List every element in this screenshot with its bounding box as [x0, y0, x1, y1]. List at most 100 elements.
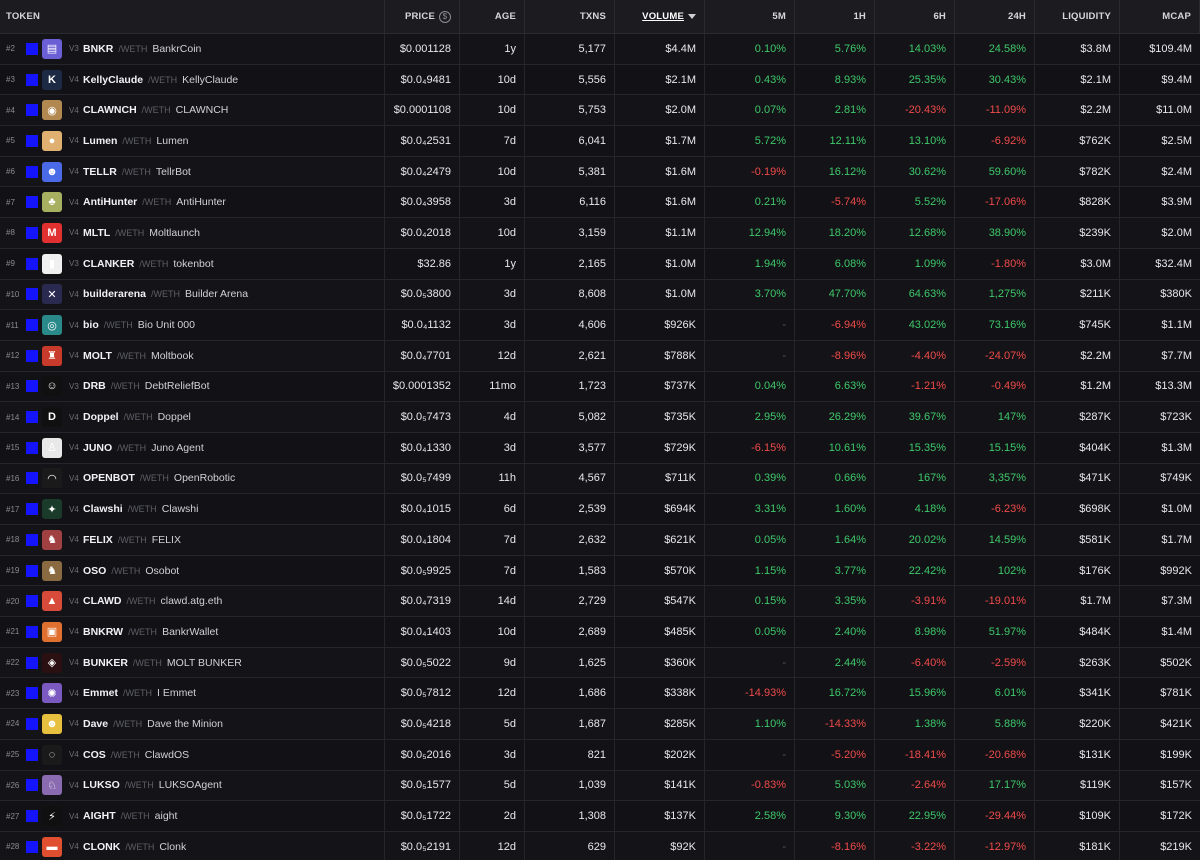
- col-token-header[interactable]: TOKEN: [0, 0, 385, 33]
- token-row[interactable]: #21 ▣ V4 BNKRW/WETH BankrWallet $0.0₄1403 10d 2…: [0, 617, 1200, 648]
- change-24h-cell: 6.01%: [955, 678, 1035, 709]
- token-symbol[interactable]: builderarena: [83, 288, 146, 300]
- col-mcap-label: MCAP: [1162, 11, 1191, 22]
- col-age-header[interactable]: AGE: [460, 0, 525, 33]
- col-txns-label: TXNS: [579, 11, 606, 22]
- token-symbol[interactable]: Doppel: [83, 411, 119, 423]
- token-row[interactable]: #17 ✦ V4 Clawshi/WETH Clawshi $0.0₄1015 6d 2,53…: [0, 494, 1200, 525]
- token-cell: #20 ▲ V4 CLAWD/WETH clawd.atg.eth: [0, 586, 385, 617]
- token-row[interactable]: #16 ◠ V4 OPENBOT/WETH OpenRobotic $0.0₅7499 11…: [0, 463, 1200, 495]
- change-5m-cell: 0.21%: [705, 187, 795, 218]
- token-row[interactable]: #24 ☻ V4 Dave/WETH Dave the Minion $0.0₅4218 5…: [0, 709, 1200, 740]
- token-row[interactable]: #2 ▤ V3 BNKR/WETH BankrCoin $0.001128 1y 5,177 $…: [0, 34, 1200, 65]
- token-row[interactable]: #6 ☻ V4 TELLR/WETH TellrBot $0.0₄2479 10d 5,381…: [0, 156, 1200, 188]
- token-symbol[interactable]: Lumen: [83, 135, 117, 147]
- quote-pair: /WETH: [139, 473, 169, 484]
- token-row[interactable]: #5 ● V4 Lumen/WETH Lumen $0.0₄2531 7d 6,041 $1.7…: [0, 126, 1200, 157]
- volume-cell: $547K: [615, 586, 705, 617]
- chain-base-icon: [26, 257, 38, 270]
- change-1h-cell: 18.20%: [795, 218, 875, 248]
- token-symbol[interactable]: FELIX: [83, 534, 113, 546]
- token-row[interactable]: #3 K V4 KellyClaude/WETH KellyClaude $0.0₄948…: [0, 64, 1200, 96]
- token-row[interactable]: #18 ♞ V4 FELIX/WETH FELIX $0.0₄1804 7d 2,632 $62…: [0, 525, 1200, 556]
- price-cell: $0.0₄2018: [385, 218, 460, 248]
- token-symbol[interactable]: MLTL: [83, 227, 110, 239]
- token-row[interactable]: #22 ◈ V4 BUNKER/WETH MOLT BUNKER $0.0₅5022 9d 1…: [0, 647, 1200, 679]
- token-symbol[interactable]: bio: [83, 319, 99, 331]
- token-symbol[interactable]: BUNKER: [83, 657, 128, 669]
- dex-version-badge: V4: [69, 289, 79, 299]
- token-name: clawd.atg.eth: [160, 595, 223, 608]
- rank-number: #25: [6, 750, 20, 760]
- token-row[interactable]: #27 ⚡ V4 AIGHT/WETH aight $0.0₅1722 2d 1,308 $13…: [0, 801, 1200, 832]
- quote-pair: /WETH: [125, 841, 155, 852]
- price-cell: $0.0₅5022: [385, 647, 460, 678]
- age-cell: 5d: [460, 770, 525, 801]
- volume-cell: $788K: [615, 340, 705, 371]
- token-symbol[interactable]: MOLT: [83, 350, 112, 362]
- token-symbol[interactable]: OPENBOT: [83, 472, 135, 484]
- token-row[interactable]: #26 ♘ V4 LUKSO/WETH LUKSOAgent $0.0₅1577 5d 1,0…: [0, 770, 1200, 802]
- col-mcap-header[interactable]: MCAP: [1120, 0, 1200, 33]
- change-1h-cell: 8.93%: [795, 64, 875, 95]
- change-24h-cell: -20.68%: [955, 739, 1035, 770]
- token-logo-icon: ▤: [42, 38, 62, 59]
- col-price-label: PRICE: [404, 11, 435, 22]
- token-symbol[interactable]: Dave: [83, 718, 108, 730]
- currency-toggle-icon[interactable]: $: [439, 10, 451, 23]
- chain-base-icon: [26, 134, 38, 147]
- token-row[interactable]: #19 ♞ V4 OSO/WETH Osobot $0.0₅9925 7d 1,583 $570…: [0, 555, 1200, 587]
- token-row[interactable]: #11 ◎ V4 bio/WETH Bio Unit 000 $0.0₄1132 3d 4,6…: [0, 310, 1200, 341]
- col-6h-header[interactable]: 6H: [875, 0, 955, 33]
- token-logo-icon: ▲: [42, 591, 62, 612]
- token-symbol[interactable]: BNKRW: [83, 626, 123, 638]
- token-symbol[interactable]: OSO: [83, 565, 106, 577]
- col-1h-header[interactable]: 1H: [795, 0, 875, 33]
- quote-pair: /WETH: [142, 197, 172, 208]
- col-24h-header[interactable]: 24H: [955, 0, 1035, 33]
- token-row[interactable]: #20 ▲ V4 CLAWD/WETH clawd.atg.eth $0.0₄7319 14…: [0, 586, 1200, 618]
- token-symbol[interactable]: COS: [83, 749, 106, 761]
- change-24h-cell: -12.97%: [955, 831, 1035, 860]
- price-cell: $0.0₅4218: [385, 709, 460, 739]
- col-volume-header[interactable]: VOLUME: [615, 0, 705, 33]
- token-symbol[interactable]: LUKSO: [83, 779, 120, 791]
- token-row[interactable]: #7 ♣ V4 AntiHunter/WETH AntiHunter $0.0₄3958 3…: [0, 187, 1200, 219]
- token-row[interactable]: #25 ◌ V4 COS/WETH ClawdOS $0.0₅2016 3d 821 $202K…: [0, 739, 1200, 771]
- token-symbol[interactable]: AIGHT: [83, 810, 116, 822]
- change-6h-cell: 15.96%: [875, 678, 955, 709]
- token-symbol[interactable]: CLONK: [83, 841, 120, 853]
- volume-cell: $1.0M: [615, 279, 705, 310]
- price-cell: $0.0₄1132: [385, 310, 460, 340]
- token-row[interactable]: #13 ☺ V3 DRB/WETH DebtReliefBot $0.0001352 11m…: [0, 371, 1200, 403]
- col-txns-header[interactable]: TXNS: [525, 0, 615, 33]
- token-row[interactable]: #8 M V4 MLTL/WETH Moltlaunch $0.0₄2018 10d 3,15…: [0, 218, 1200, 249]
- token-row[interactable]: #4 ◉ V4 CLAWNCH/WETH CLAWNCH $0.0001108 10d 5,7…: [0, 95, 1200, 127]
- token-symbol[interactable]: CLAWNCH: [83, 104, 137, 116]
- liquidity-cell: $239K: [1035, 218, 1120, 248]
- token-symbol[interactable]: CLAWD: [83, 595, 122, 607]
- token-row[interactable]: #9 ▮ V3 CLANKER/WETH tokenbot $32.86 1y 2,165 $1…: [0, 248, 1200, 280]
- token-logo-icon: K: [42, 69, 62, 90]
- token-symbol[interactable]: BNKR: [83, 43, 113, 55]
- col-price-header[interactable]: PRICE $: [385, 0, 460, 33]
- token-symbol[interactable]: DRB: [83, 380, 106, 392]
- token-row[interactable]: #15 ♙ V4 JUNO/WETH Juno Agent $0.0₄1330 3d 3,57…: [0, 432, 1200, 464]
- quote-pair: /WETH: [123, 412, 153, 423]
- token-row[interactable]: #12 ♜ V4 MOLT/WETH Moltbook $0.0₄7701 12d 2,621…: [0, 340, 1200, 372]
- token-row[interactable]: #28 ▬ V4 CLONK/WETH Clonk $0.0₅2191 12d 629 $92K…: [0, 831, 1200, 860]
- token-row[interactable]: #10 ✕ V4 builderarena/WETH Builder Arena $0.0…: [0, 279, 1200, 311]
- token-symbol[interactable]: AntiHunter: [83, 196, 137, 208]
- col-5m-header[interactable]: 5M: [705, 0, 795, 33]
- change-6h-cell: 4.18%: [875, 494, 955, 524]
- token-symbol[interactable]: Emmet: [83, 687, 118, 699]
- token-symbol[interactable]: TELLR: [83, 166, 117, 178]
- token-symbol[interactable]: KellyClaude: [83, 74, 143, 86]
- token-symbol[interactable]: JUNO: [83, 442, 112, 454]
- volume-cell: $737K: [615, 371, 705, 402]
- token-row[interactable]: #23 ✺ V4 Emmet/WETH I Emmet $0.0₅7812 12d 1,686…: [0, 678, 1200, 710]
- token-symbol[interactable]: Clawshi: [83, 503, 123, 515]
- token-symbol[interactable]: CLANKER: [83, 258, 134, 270]
- col-liquidity-header[interactable]: LIQUIDITY: [1035, 0, 1120, 33]
- token-row[interactable]: #14 D V4 Doppel/WETH Doppel $0.0₅7473 4d 5,082 $…: [0, 402, 1200, 433]
